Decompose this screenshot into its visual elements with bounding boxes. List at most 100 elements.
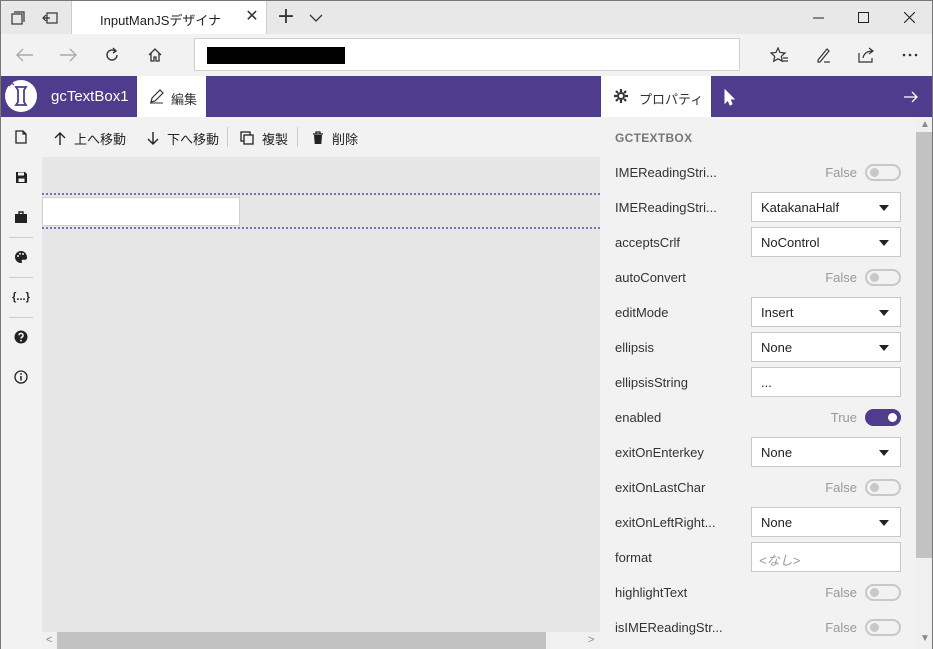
property-bool-value: False xyxy=(825,585,857,600)
scroll-right-icon[interactable]: > xyxy=(588,634,594,646)
back-arrow-icon[interactable] xyxy=(13,43,37,67)
duplicate-button[interactable]: 複製 xyxy=(240,129,288,147)
sidebar-divider xyxy=(9,317,33,318)
new-tab-button[interactable]: + xyxy=(275,6,297,29)
property-bool-value: False xyxy=(825,620,857,635)
dropdown-caret-icon xyxy=(879,345,889,351)
scroll-down-icon[interactable]: ▼ xyxy=(920,633,930,644)
property-select[interactable]: Insert xyxy=(751,297,901,327)
property-select[interactable]: KatakanaHalf xyxy=(751,192,901,222)
text-input-placeholder: <なし> xyxy=(759,553,801,568)
tab-edit-label: 編集 xyxy=(171,92,198,107)
minimize-button[interactable] xyxy=(796,1,841,34)
selection-guide-bottom xyxy=(42,227,600,229)
toggle-knob xyxy=(870,483,879,492)
property-name: exitOnLastChar xyxy=(615,480,706,495)
dropdown-caret-icon xyxy=(879,205,889,211)
collapse-panel-arrow-icon[interactable] xyxy=(901,87,921,107)
chevron-down-icon[interactable] xyxy=(305,7,327,29)
property-toggle[interactable] xyxy=(865,584,901,601)
property-bool-value: False xyxy=(825,480,857,495)
select-value: Insert xyxy=(761,305,794,320)
address-bar[interactable] xyxy=(194,38,740,71)
vertical-scroll-thumb[interactable] xyxy=(916,132,932,558)
property-toggle[interactable] xyxy=(865,479,901,496)
arrow-up-icon xyxy=(54,131,66,145)
canvas-horizontal-scrollbar[interactable]: < > xyxy=(42,632,600,649)
dropdown-caret-icon xyxy=(879,450,889,456)
property-row: highlightText False xyxy=(600,575,916,610)
property-row: enabled True xyxy=(600,400,916,435)
gctextbox-preview[interactable] xyxy=(42,197,240,226)
property-row: editMode Insert xyxy=(600,295,916,330)
scroll-left-icon[interactable]: < xyxy=(46,634,52,646)
property-row: autoConvert False xyxy=(600,260,916,295)
select-value: None xyxy=(761,340,793,355)
set-aside-tabs-icon[interactable] xyxy=(39,7,61,29)
property-row: acceptsCrlf NoControl xyxy=(600,225,916,260)
toolbar-divider xyxy=(297,127,298,147)
property-text-input[interactable]: ... xyxy=(751,367,901,397)
forward-arrow-icon[interactable] xyxy=(56,43,80,67)
close-tab-icon[interactable]: ✕ xyxy=(243,8,261,26)
property-select[interactable]: None xyxy=(751,332,901,362)
gear-icon xyxy=(613,88,629,104)
property-select[interactable]: None xyxy=(751,507,901,537)
maximize-button[interactable] xyxy=(841,1,886,34)
property-bool-value: False xyxy=(825,270,857,285)
code-brackets-icon[interactable]: {...} xyxy=(11,287,31,307)
property-toggle[interactable] xyxy=(865,409,901,426)
sidebar-divider xyxy=(9,277,33,278)
more-options-icon[interactable] xyxy=(898,43,922,67)
design-canvas[interactable] xyxy=(42,157,600,632)
palette-icon[interactable] xyxy=(11,247,31,267)
property-row: exitOnLeftRight... None xyxy=(600,505,916,540)
redacted-url xyxy=(207,47,345,64)
pencil-icon xyxy=(149,89,164,104)
delete-button[interactable]: 削除 xyxy=(312,129,358,147)
properties-vertical-scrollbar[interactable]: ▲ ▼ xyxy=(916,117,933,649)
horizontal-scroll-thumb[interactable] xyxy=(57,632,546,649)
property-toggle[interactable] xyxy=(865,619,901,636)
property-toggle[interactable] xyxy=(865,269,901,286)
save-icon[interactable] xyxy=(11,167,31,187)
info-icon[interactable] xyxy=(11,367,31,387)
property-row: format <なし> xyxy=(600,540,916,575)
property-name: exitOnEnterkey xyxy=(615,445,704,460)
property-name: ellipsis xyxy=(615,340,655,355)
tab-edit[interactable]: 編集 xyxy=(137,76,206,117)
property-text-input[interactable]: <なし> xyxy=(751,542,901,572)
share-icon[interactable] xyxy=(854,43,878,67)
tab-properties[interactable]: プロパティ xyxy=(601,76,711,117)
home-icon[interactable] xyxy=(143,43,167,67)
favorites-star-icon[interactable] xyxy=(767,43,791,67)
property-row: exitOnEnterkey None xyxy=(600,435,916,470)
property-select[interactable]: NoControl xyxy=(751,227,901,257)
tab-manager-icon[interactable] xyxy=(7,7,29,29)
toggle-knob xyxy=(870,273,879,282)
property-select[interactable]: None xyxy=(751,437,901,467)
briefcase-icon[interactable] xyxy=(11,207,31,227)
help-icon[interactable] xyxy=(11,327,31,347)
refresh-icon[interactable] xyxy=(100,43,124,67)
duplicate-label: 複製 xyxy=(262,131,289,147)
select-value: KatakanaHalf xyxy=(761,200,840,215)
toggle-knob xyxy=(870,168,879,177)
move-down-label: 下へ移動 xyxy=(167,131,220,147)
new-file-icon[interactable] xyxy=(11,127,31,147)
move-up-button[interactable]: 上へ移動 xyxy=(54,129,126,147)
property-name: IMEReadingStri... xyxy=(615,165,717,180)
editor-toolbar: 上へ移動 下へ移動 複製 削除 xyxy=(42,117,600,157)
dropdown-caret-icon xyxy=(879,310,889,316)
move-down-button[interactable]: 下へ移動 xyxy=(147,129,219,147)
select-cursor-icon[interactable] xyxy=(719,87,739,107)
browser-tab-active[interactable]: InputManJSデザイナ ✕ xyxy=(71,1,267,35)
pen-notes-icon[interactable] xyxy=(811,43,835,67)
property-toggle[interactable] xyxy=(865,164,901,181)
property-name: acceptsCrlf xyxy=(615,235,681,250)
scroll-up-icon[interactable]: ▲ xyxy=(920,119,930,130)
property-row: IMEReadingStri... KatakanaHalf xyxy=(600,190,916,225)
close-window-button[interactable] xyxy=(887,1,932,34)
toggle-knob xyxy=(870,588,879,597)
property-bool-value: True xyxy=(830,410,857,425)
